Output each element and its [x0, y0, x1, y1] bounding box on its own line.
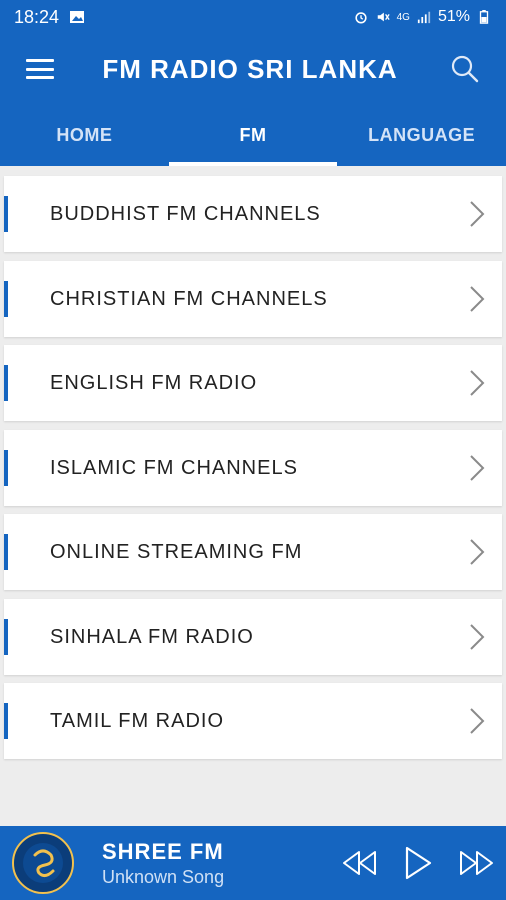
chevron-right-icon: [462, 619, 492, 655]
tab-bar: HOME FM LANGUAGE: [0, 104, 506, 166]
category-label: ENGLISH FM RADIO: [50, 371, 258, 394]
category-label: BUDDHIST FM CHANNELS: [50, 202, 321, 225]
item-accent-bar: [4, 534, 8, 570]
app-title: FM RADIO SRI LANKA: [102, 53, 398, 84]
mute-icon: [377, 12, 390, 22]
search-icon: [451, 55, 479, 83]
chevron-right-icon: [462, 450, 492, 486]
chevron-right-icon: [462, 365, 492, 401]
item-accent-bar: [4, 619, 8, 655]
tab-fm-label: FM: [239, 124, 267, 145]
battery-percent: 51%: [437, 8, 470, 25]
tab-home-label: HOME: [56, 124, 113, 145]
item-accent-bar: [4, 281, 8, 317]
category-item-islamic[interactable]: ISLAMIC FM CHANNELS: [4, 430, 502, 506]
category-label: ONLINE STREAMING FM: [50, 540, 303, 563]
station-name: SHREE FM: [102, 838, 224, 864]
chevron-right-icon: [462, 534, 492, 570]
fast-forward-button[interactable]: [456, 843, 496, 883]
item-accent-bar: [4, 365, 8, 401]
category-label: SINHALA FM RADIO: [50, 625, 254, 648]
gallery-notification-icon: [70, 11, 85, 23]
category-item-english[interactable]: ENGLISH FM RADIO: [4, 345, 502, 421]
category-list[interactable]: BUDDHIST FM CHANNELS CHRISTIAN FM CHANNE…: [0, 166, 506, 826]
song-title: Unknown Song: [102, 866, 225, 887]
status-time: 18:24: [14, 6, 60, 27]
category-item-buddhist[interactable]: BUDDHIST FM CHANNELS: [4, 176, 502, 252]
chevron-right-icon: [462, 703, 492, 739]
play-icon: [405, 846, 432, 880]
status-bar: 18:24 4G 51%: [0, 0, 506, 34]
hamburger-icon: [26, 59, 54, 79]
station-logo-icon: [23, 843, 63, 883]
mini-player[interactable]: SHREE FM Unknown Song: [0, 826, 506, 900]
alarm-icon: [355, 12, 367, 24]
category-label: ISLAMIC FM CHANNELS: [50, 456, 298, 479]
battery-icon: [479, 10, 489, 24]
player-controls: [340, 826, 496, 900]
chevron-right-icon: [462, 281, 492, 317]
tab-fm[interactable]: FM: [168, 104, 338, 166]
tab-home[interactable]: HOME: [0, 104, 169, 166]
item-accent-bar: [4, 703, 8, 739]
category-item-online-streaming[interactable]: ONLINE STREAMING FM: [4, 514, 502, 590]
search-button[interactable]: [440, 44, 490, 94]
category-label: CHRISTIAN FM CHANNELS: [50, 287, 328, 310]
play-button[interactable]: [398, 843, 438, 883]
category-label: TAMIL FM RADIO: [50, 709, 224, 732]
now-playing: SHREE FM Unknown Song: [102, 839, 224, 888]
tab-language[interactable]: LANGUAGE: [337, 104, 506, 166]
signal-icon: [417, 11, 431, 24]
item-accent-bar: [4, 196, 8, 232]
category-item-tamil[interactable]: TAMIL FM RADIO: [4, 683, 502, 759]
tab-language-label: LANGUAGE: [368, 124, 476, 145]
app-bar: FM RADIO SRI LANKA: [0, 34, 506, 104]
chevron-right-icon: [462, 196, 492, 232]
fast-forward-icon: [460, 851, 493, 875]
category-item-christian[interactable]: CHRISTIAN FM CHANNELS: [4, 261, 502, 337]
station-logo: [12, 832, 74, 894]
item-accent-bar: [4, 450, 8, 486]
rewind-button[interactable]: [340, 843, 380, 883]
category-item-sinhala[interactable]: SINHALA FM RADIO: [4, 599, 502, 675]
rewind-icon: [343, 851, 376, 875]
network-type: 4G: [396, 11, 410, 23]
